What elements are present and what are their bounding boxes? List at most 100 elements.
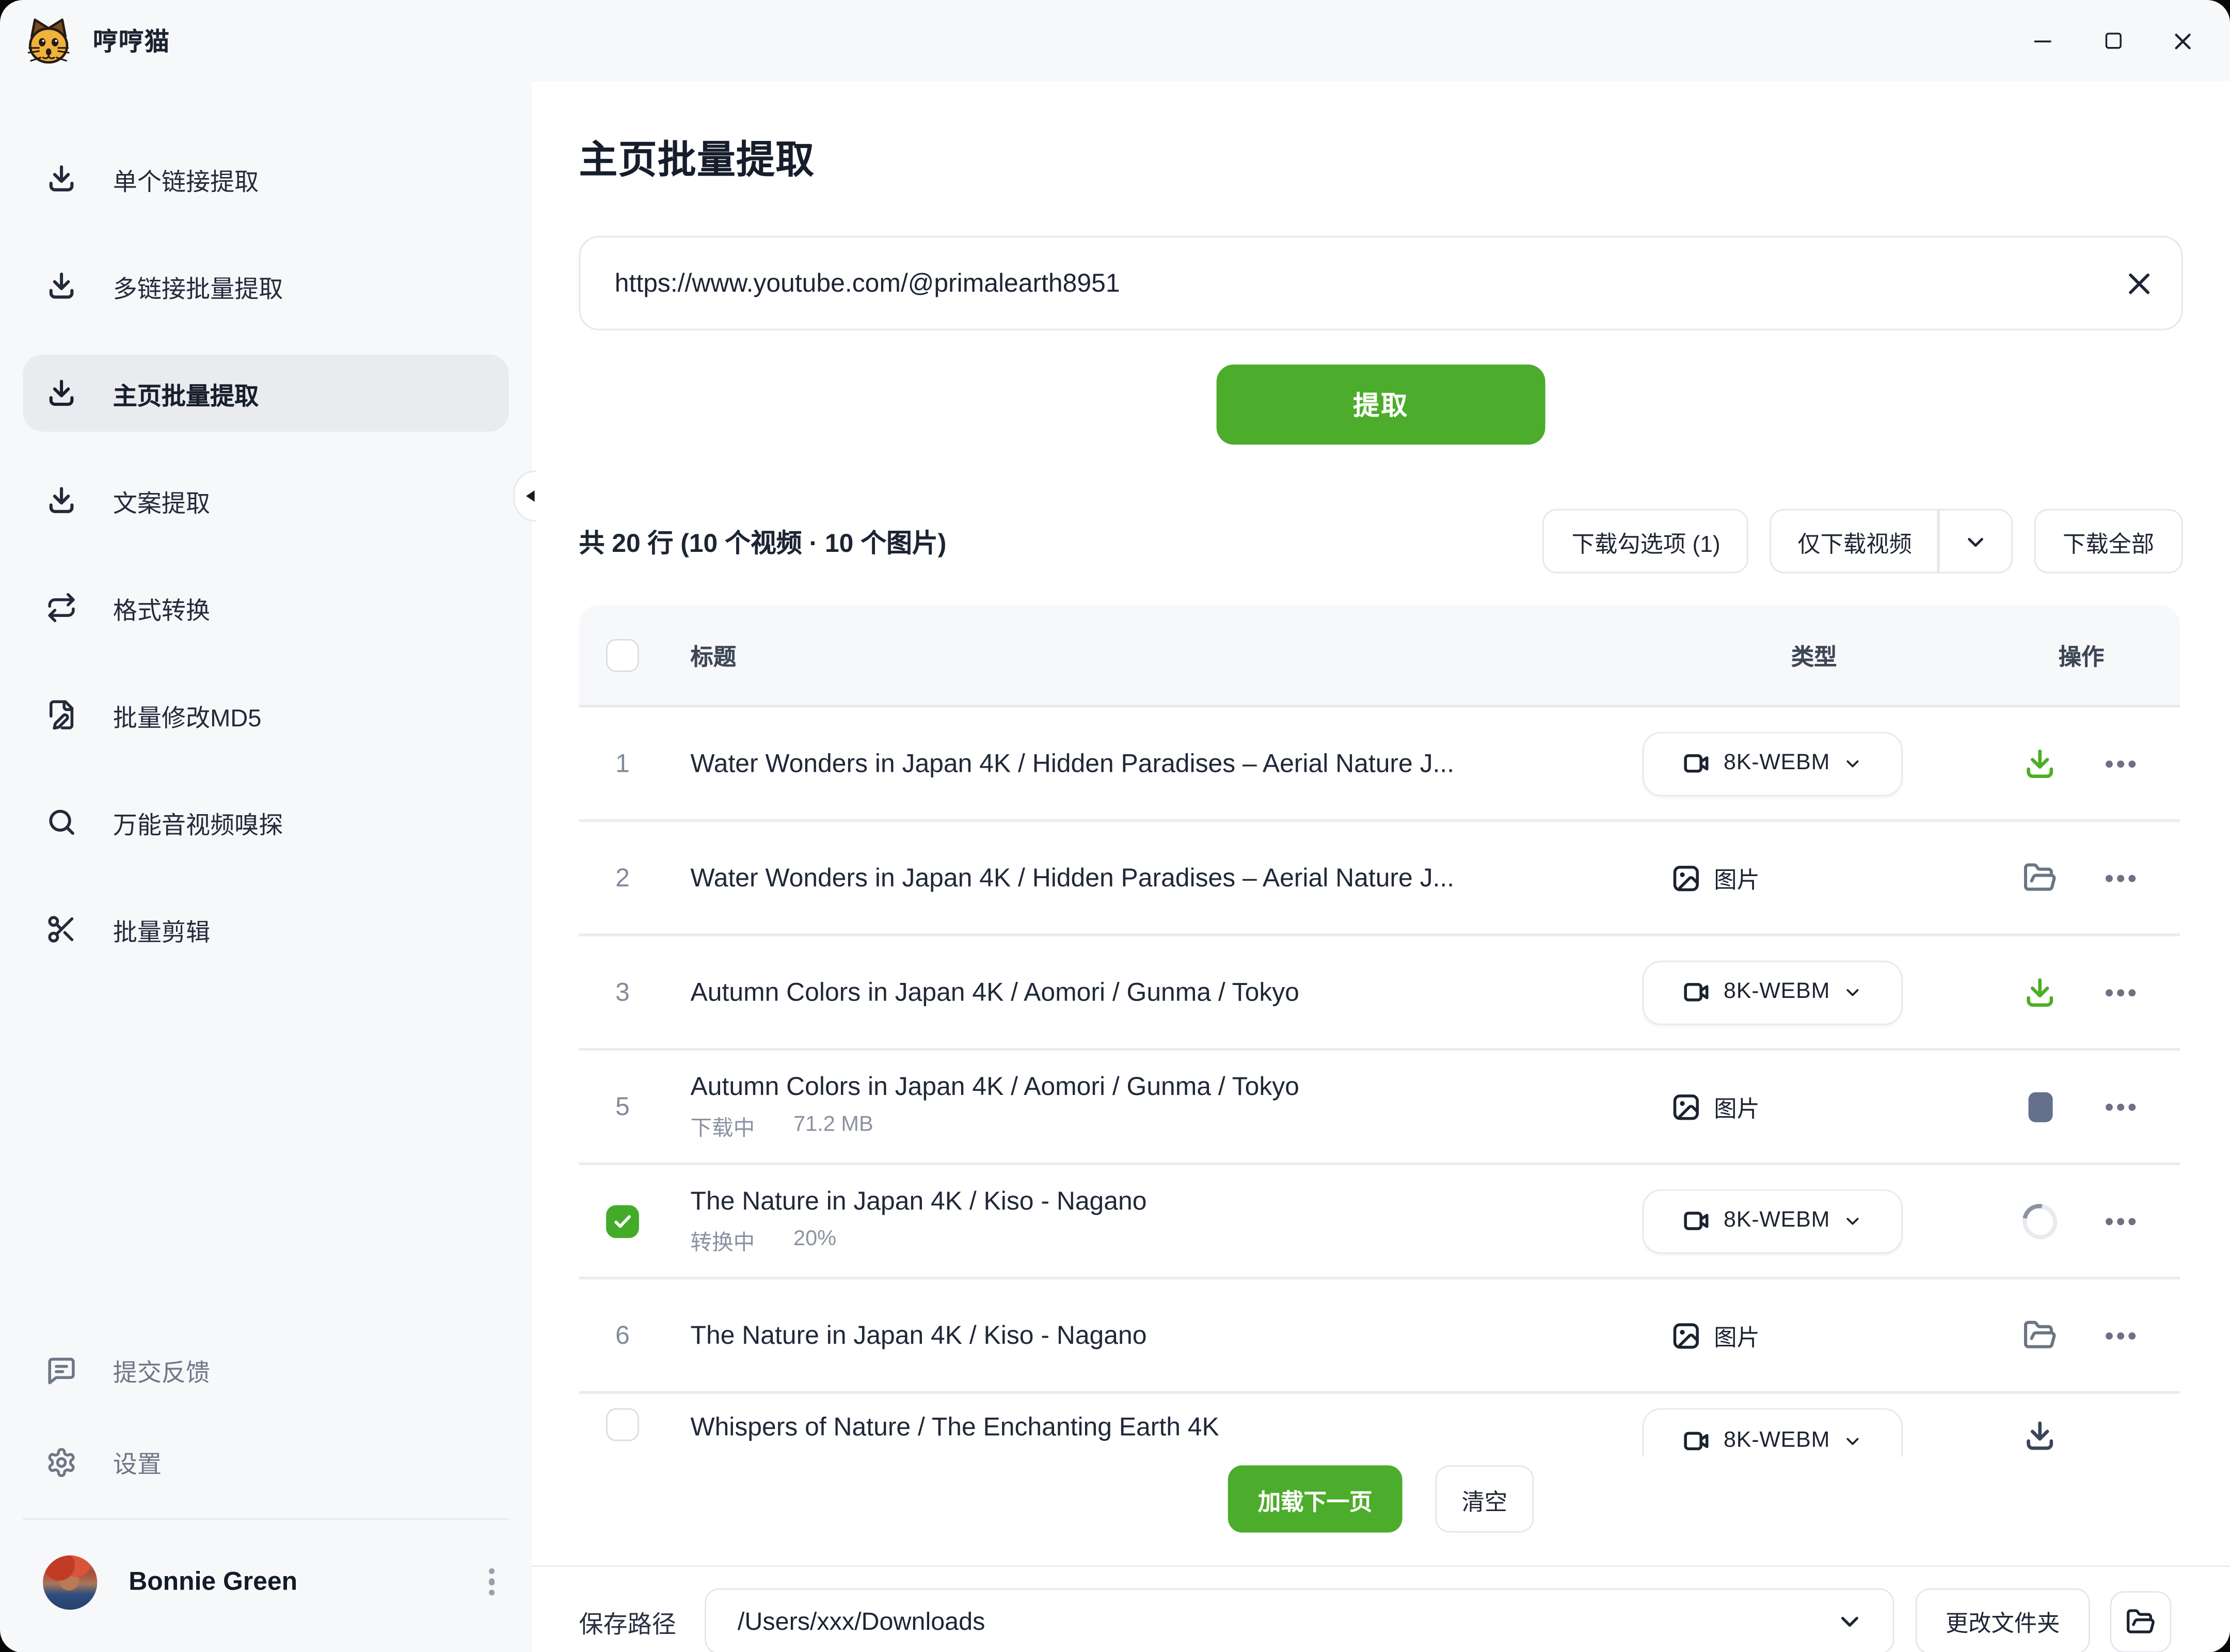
clear-input-icon[interactable] <box>2123 267 2154 299</box>
row-checkbox[interactable] <box>606 1204 639 1237</box>
row-number: 3 <box>606 977 639 1007</box>
sidebar-item-label: 单个链接提取 <box>113 161 259 197</box>
more-actions-kebab-icon[interactable] <box>2106 874 2136 881</box>
clear-button[interactable]: 清空 <box>1435 1465 1534 1532</box>
image-icon <box>1671 1320 1701 1350</box>
file-edit-icon <box>46 699 77 730</box>
load-next-page-button[interactable]: 加载下一页 <box>1228 1465 1403 1532</box>
app-title: 哼哼猫 <box>93 23 170 58</box>
sidebar-item-media-sniffer[interactable]: 万能音视频嗅探 <box>23 784 509 861</box>
type-label: 图片 <box>1714 1089 1760 1123</box>
chevron-down-icon <box>1843 1211 1863 1231</box>
change-folder-button[interactable]: 更改文件夹 <box>1916 1589 2090 1652</box>
sidebar-item-label: 主页批量提取 <box>113 375 259 411</box>
format-select-chip[interactable]: 8K-WEBM <box>1643 960 1903 1025</box>
table-row: Whispers of Nature / The Enchanting Eart… <box>579 1394 2180 1457</box>
download-button[interactable] <box>2022 974 2057 1011</box>
user-profile[interactable]: Bonnie Green <box>23 1535 509 1629</box>
row-number: 2 <box>606 863 639 893</box>
user-menu-kebab-icon[interactable] <box>483 1562 501 1601</box>
feedback-label: 提交反馈 <box>113 1353 210 1388</box>
folder-open-icon <box>2126 1606 2156 1636</box>
sidebar-item-batch-clip[interactable]: 批量剪辑 <box>23 891 509 968</box>
open-folder-button[interactable] <box>2110 1591 2171 1652</box>
sidebar-item-single-link-extract[interactable]: 单个链接提取 <box>23 140 509 217</box>
row-title: Autumn Colors in Japan 4K / Aomori / Gun… <box>691 977 1623 1007</box>
video-only-split-button[interactable]: 仅下载视频 <box>1771 509 2013 574</box>
row-checkbox[interactable] <box>606 1408 639 1441</box>
row-number: 1 <box>606 749 639 779</box>
save-path-select[interactable]: /Users/xxx/Downloads <box>705 1589 1894 1652</box>
download-icon <box>46 163 77 195</box>
chevron-left-icon <box>520 490 535 502</box>
extract-button[interactable]: 提取 <box>1217 364 1546 444</box>
video-only-label[interactable]: 仅下载视频 <box>1772 511 1937 572</box>
row-title: The Nature in Japan 4K / Kiso - Nagano <box>691 1320 1623 1350</box>
image-icon <box>1671 863 1701 893</box>
sidebar-item-multi-link-batch-extract[interactable]: 多链接批量提取 <box>23 247 509 325</box>
sidebar-divider <box>23 1518 509 1519</box>
format-select-chip[interactable]: 8K-WEBM <box>1643 1408 1903 1457</box>
sidebar-item-label: 批量剪辑 <box>113 911 210 947</box>
download-checked-button[interactable]: 下载勾选项 (1) <box>1543 509 1749 574</box>
row-status: 下载中 <box>691 1111 755 1141</box>
download-button[interactable] <box>2022 745 2057 782</box>
chevron-down-icon <box>1843 753 1863 773</box>
sidebar-item-format-convert[interactable]: 格式转换 <box>23 569 509 646</box>
maximize-button[interactable] <box>2091 19 2134 62</box>
sidebar-item-label: 万能音视频嗅探 <box>113 804 283 840</box>
table-row: 5 Autumn Colors in Japan 4K / Aomori / G… <box>579 1051 2180 1165</box>
open-folder-button[interactable] <box>2022 1316 2057 1354</box>
table-row: 6 The Nature in Japan 4K / Kiso - Nagano… <box>579 1279 2180 1394</box>
image-icon <box>1671 1091 1701 1121</box>
settings-label: 设置 <box>113 1444 162 1480</box>
row-number: 5 <box>606 1091 639 1121</box>
download-all-button[interactable]: 下载全部 <box>2034 509 2183 574</box>
format-select-chip[interactable]: 8K-WEBM <box>1643 1189 1903 1253</box>
sidebar-item-homepage-batch-extract[interactable]: 主页批量提取 <box>23 355 509 432</box>
more-actions-kebab-icon[interactable] <box>2106 1332 2136 1339</box>
format-label: 8K-WEBM <box>1724 979 1830 1005</box>
sidebar-item-copy-extract[interactable]: 文案提取 <box>23 462 509 539</box>
open-folder-button[interactable] <box>2022 859 2057 896</box>
sidebar-item-label: 批量修改MD5 <box>113 697 262 733</box>
sidebar-item-settings[interactable]: 设置 <box>23 1426 509 1498</box>
format-label: 8K-WEBM <box>1724 751 1830 776</box>
table-row: 1 Water Wonders in Japan 4K / Hidden Par… <box>579 708 2180 822</box>
more-actions-kebab-icon[interactable] <box>2106 760 2136 767</box>
chevron-down-icon[interactable] <box>1940 511 2011 572</box>
gear-icon <box>46 1446 77 1478</box>
row-status-value: 71.2 MB <box>793 1111 873 1141</box>
app-window: 哼哼猫 单个链接提取 多链接批量提取 主页批量提取 文案提取 <box>0 0 2230 1652</box>
row-title: Water Wonders in Japan 4K / Hidden Parad… <box>691 749 1623 779</box>
sidebar: 单个链接提取 多链接批量提取 主页批量提取 文案提取 格式转换 批量修改MD5 <box>0 82 532 1652</box>
more-actions-kebab-icon[interactable] <box>2106 1103 2136 1110</box>
select-all-checkbox[interactable] <box>606 638 639 671</box>
column-header-action: 操作 <box>2059 638 2105 672</box>
close-button[interactable] <box>2161 19 2204 62</box>
column-header-type: 类型 <box>1791 638 1837 672</box>
repeat-icon <box>46 592 77 623</box>
row-number: 6 <box>606 1320 639 1350</box>
format-label: 8K-WEBM <box>1724 1427 1830 1453</box>
table-row: The Nature in Japan 4K / Kiso - Nagano 转… <box>579 1165 2180 1280</box>
url-input[interactable] <box>579 236 2183 330</box>
download-button[interactable] <box>2022 1417 2057 1454</box>
avatar <box>43 1555 97 1609</box>
video-icon <box>1682 1206 1711 1235</box>
table-header: 标题 类型 操作 <box>579 605 2180 707</box>
scissors-icon <box>46 914 77 945</box>
sidebar-item-label: 多链接批量提取 <box>113 268 283 304</box>
minimize-button[interactable] <box>2021 19 2064 62</box>
video-icon <box>1682 978 1711 1006</box>
sidebar-item-batch-modify-md5[interactable]: 批量修改MD5 <box>23 676 509 754</box>
more-actions-kebab-icon[interactable] <box>2106 1217 2136 1225</box>
video-icon <box>1682 749 1711 777</box>
more-actions-kebab-icon[interactable] <box>2106 989 2136 996</box>
stop-button[interactable] <box>2022 1088 2057 1125</box>
sidebar-item-feedback[interactable]: 提交反馈 <box>23 1335 509 1406</box>
format-select-chip[interactable]: 8K-WEBM <box>1643 731 1903 796</box>
results-table: 标题 类型 操作 1 Water Wonders in Japan 4K / H… <box>579 605 2180 1456</box>
chevron-down-icon <box>1843 1431 1863 1451</box>
column-header-title: 标题 <box>691 646 737 671</box>
